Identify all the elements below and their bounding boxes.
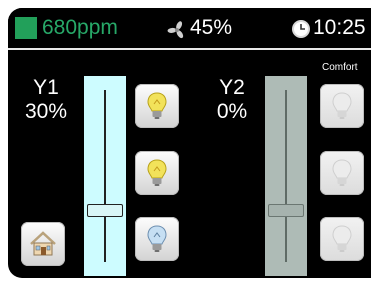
zone-y1-slider[interactable] [84,76,126,276]
zone-y2-lamp-3-button[interactable] [320,217,364,261]
zone-y2-name: Y2 [219,76,245,99]
clock-icon [292,20,310,38]
fan-icon [167,21,184,39]
co2-indicator [15,17,37,39]
bulb-grey-icon [332,92,352,119]
zone-y2-slider[interactable] [265,76,307,276]
zone-y2-lamp-1-button[interactable] [320,84,364,128]
zone-y1-slider-handle[interactable] [87,204,123,218]
bulb-yellow-icon [147,159,167,186]
zone-y2-slider-handle[interactable] [268,204,304,218]
zone-y2-mode-label: Comfort [322,62,358,73]
bulb-blue-icon [147,225,167,252]
bulb-yellow-icon [147,92,167,119]
house-icon [30,231,56,256]
zone-y1-lamp-3-button[interactable] [135,217,179,261]
zone-y1-lamp-1-button[interactable] [135,84,179,128]
status-bar: 680ppm 45% 10:25 [8,8,371,50]
zone-y2-level: 0% [216,100,248,123]
zone-y2-slider-line [285,90,287,262]
zone-y1-lamp-2-button[interactable] [135,151,179,195]
clock-time: 10:25 [313,16,366,39]
zone-y1-level: 30% [24,100,68,123]
bulb-grey-icon [332,159,352,186]
zone-y1-slider-line [104,90,106,262]
bulb-grey-icon [332,225,352,252]
humidity-reading: 45% [190,16,233,39]
zone-y2-lamp-2-button[interactable] [320,151,364,195]
co2-reading: 680ppm [42,16,118,39]
control-panel-screen: 680ppm 45% 10:25 Y1 30% Y2 0% Comfort [8,8,371,278]
home-button[interactable] [21,222,65,266]
zone-y1-name: Y1 [33,76,59,99]
